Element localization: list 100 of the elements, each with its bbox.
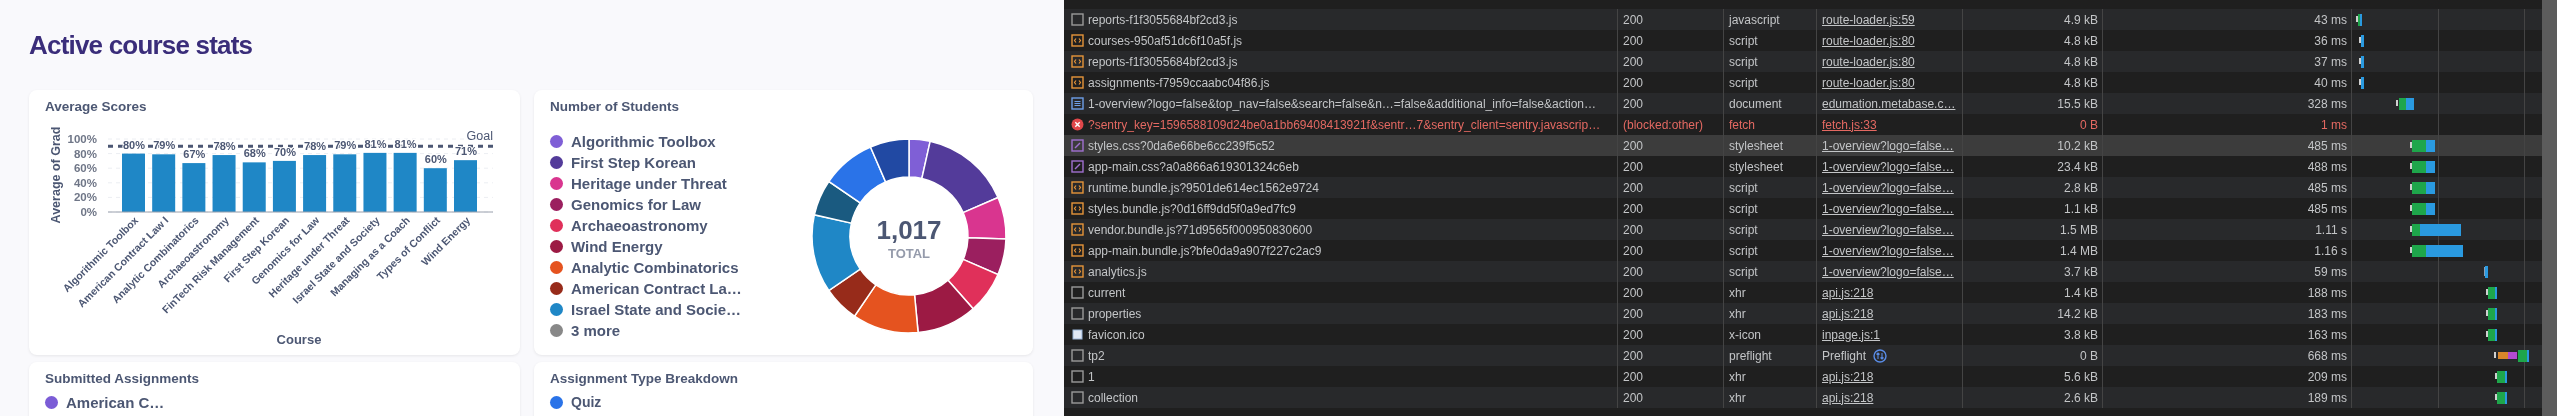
request-row[interactable]: vendor.bundle.js?71d9565f000950830600 200 script 1-overview?logo=false… 1.5 MB 1.11 s bbox=[1064, 219, 2542, 240]
request-row[interactable]: analytics.js 200 script 1-overview?logo=false… 3.7 kB 59 ms bbox=[1064, 261, 2542, 282]
initiator-link[interactable]: api.js:218 bbox=[1822, 390, 1874, 405]
card-title: Average Scores bbox=[45, 98, 148, 116]
waterfall-bar bbox=[2410, 140, 2435, 152]
duration: 668 ms bbox=[2307, 348, 2347, 363]
duration: 1.11 s bbox=[2315, 222, 2347, 237]
donut-slice bbox=[962, 237, 1007, 276]
axis-tick-label: 100% bbox=[67, 133, 97, 145]
request-type: script bbox=[1729, 201, 1758, 216]
status-code: 200 bbox=[1623, 96, 1644, 111]
stylesheet-icon bbox=[1071, 139, 1084, 152]
duration: 488 ms bbox=[2307, 159, 2347, 174]
initiator-link[interactable]: 1-overview?logo=false… bbox=[1822, 201, 1954, 216]
transfer-size: 1.5 MB bbox=[2060, 222, 2098, 237]
request-row[interactable]: properties 200 xhr api.js:218 14.2 kB 183 ms bbox=[1064, 303, 2542, 324]
initiator-link[interactable]: route-loader.js:80 bbox=[1822, 33, 1915, 48]
initiator-link[interactable]: route-loader.js:80 bbox=[1822, 75, 1915, 90]
request-row[interactable]: reports-f1f3055684bf2cd3.js 200 script route-loader.js:80 4.8 kB 37 ms bbox=[1064, 51, 2542, 72]
value-label: 78% bbox=[304, 140, 327, 153]
request-type: javascript bbox=[1729, 12, 1780, 27]
bar bbox=[242, 162, 266, 212]
bar bbox=[272, 160, 296, 212]
waterfall-bar bbox=[2484, 266, 2488, 278]
duration: 188 ms bbox=[2307, 285, 2347, 300]
bar bbox=[454, 160, 477, 212]
initiator-link[interactable]: api.js:218 bbox=[1822, 306, 1874, 321]
card-title: Number of Students bbox=[550, 98, 680, 116]
initiator-link[interactable]: api.js:218 bbox=[1822, 369, 1874, 384]
initiator-link[interactable]: 1-overview?logo=false… bbox=[1822, 138, 1954, 153]
request-row[interactable]: collection 200 xhr api.js:218 2.6 kB 189 ms bbox=[1064, 387, 2542, 408]
request-name: vendor.bundle.js?71d9565f000950830600 bbox=[1088, 222, 1313, 237]
waterfall-bar bbox=[2495, 371, 2507, 383]
status-code: 200 bbox=[1623, 285, 1644, 300]
initiator-link[interactable]: 1-overview?logo=false… bbox=[1822, 159, 1954, 174]
request-type: xhr bbox=[1729, 306, 1746, 321]
axis-tick-label: 40% bbox=[73, 176, 97, 189]
initiator-link[interactable]: 1-overview?logo=false… bbox=[1822, 264, 1954, 279]
status-code: 200 bbox=[1623, 33, 1644, 48]
error-icon bbox=[1071, 118, 1084, 131]
request-row[interactable]: styles.css?0da6e66be6cc239f5c52 200 stylesheet 1-overview?logo=false… 10.2 kB 485 ms bbox=[1064, 135, 2542, 156]
script-file-icon bbox=[1071, 223, 1084, 236]
transfer-size: 3.8 kB bbox=[2063, 327, 2098, 342]
value-label: 67% bbox=[183, 148, 206, 161]
request-name: styles.css?0da6e66be6cc239f5c52 bbox=[1088, 138, 1275, 153]
request-type: stylesheet bbox=[1729, 159, 1784, 174]
legend-label: Algorithmic Toolbox bbox=[571, 133, 716, 150]
request-name: collection bbox=[1088, 390, 1139, 405]
request-row[interactable]: reports-f1f3055684bf2cd3.js 200 javascript route-loader.js:59 4.9 kB 43 ms bbox=[1064, 9, 2542, 30]
waterfall-bar bbox=[2486, 329, 2497, 341]
initiator-link[interactable]: api.js:218 bbox=[1822, 285, 1874, 300]
total-value: 1,017 bbox=[876, 215, 942, 245]
initiator-link[interactable]: route-loader.js:80 bbox=[1822, 54, 1915, 69]
request-type: xhr bbox=[1729, 285, 1746, 300]
goal-label: Goal bbox=[466, 129, 493, 144]
request-type: x-icon bbox=[1729, 327, 1761, 342]
transfer-size: 4.8 kB bbox=[2063, 54, 2098, 69]
request-row[interactable]: 1-overview?logo=false&top_nav=false&search=false&n…=false&additional_info=false&action… 200 document edumation.metabase.c… 15.5 kB 328 ms bbox=[1064, 93, 2542, 114]
duration: 59 ms bbox=[2314, 264, 2347, 279]
legend-label[interactable]: 3 more bbox=[571, 322, 621, 339]
request-row[interactable]: runtime.bundle.js?9501de614ec1562e9724 200 script 1-overview?logo=false… 2.8 kB 485 ms bbox=[1064, 177, 2542, 198]
initiator-link[interactable]: inpage.js:1 bbox=[1822, 327, 1881, 342]
request-row[interactable]: tp2 200 preflight Preflight 0 B 668 ms bbox=[1064, 345, 2542, 366]
transfer-size: 4.9 kB bbox=[2063, 12, 2098, 27]
duration: 37 ms bbox=[2314, 54, 2347, 69]
donut-slice bbox=[913, 279, 974, 334]
initiator-link[interactable]: route-loader.js:59 bbox=[1822, 12, 1915, 27]
initiator-link[interactable]: edumation.metabase.c… bbox=[1822, 96, 1956, 111]
legend-label: Genomics for Law bbox=[571, 196, 702, 213]
request-type: xhr bbox=[1729, 369, 1746, 384]
request-name: app-main.css?a0a866a619301324c6eb bbox=[1088, 159, 1299, 174]
file-icon bbox=[1071, 13, 1084, 26]
bar bbox=[303, 155, 327, 212]
legend-label: Heritage under Threat bbox=[571, 175, 727, 192]
waterfall-bar bbox=[2410, 161, 2435, 173]
transfer-size: 3.7 kB bbox=[2063, 264, 2098, 279]
legend-label: Archaeoastronomy bbox=[571, 217, 708, 234]
file-icon bbox=[1071, 349, 1084, 362]
request-name: runtime.bundle.js?9501de614ec1562e9724 bbox=[1088, 180, 1319, 195]
file-icon bbox=[1071, 286, 1084, 299]
initiator-link[interactable]: 1-overview?logo=false… bbox=[1822, 222, 1954, 237]
legend-label: Israel State and Socie… bbox=[571, 301, 742, 318]
legend-label: Quiz bbox=[571, 394, 602, 410]
value-label: 60% bbox=[424, 153, 447, 166]
status-code: 200 bbox=[1623, 243, 1644, 258]
legend-label: Analytic Combinatorics bbox=[571, 259, 739, 276]
initiator-link[interactable]: 1-overview?logo=false… bbox=[1822, 243, 1954, 258]
file-icon bbox=[1071, 370, 1084, 383]
value-label: 68% bbox=[243, 147, 266, 160]
waterfall-bar bbox=[2396, 98, 2414, 110]
request-type: script bbox=[1729, 33, 1758, 48]
status-code: 200 bbox=[1623, 138, 1644, 153]
request-name: reports-f1f3055684bf2cd3.js bbox=[1088, 54, 1238, 69]
initiator-link[interactable]: 1-overview?logo=false… bbox=[1822, 180, 1954, 195]
request-type: fetch bbox=[1729, 117, 1755, 132]
initiator-link[interactable]: fetch.js:33 bbox=[1822, 117, 1877, 132]
request-type: stylesheet bbox=[1729, 138, 1784, 153]
initiator-text: Preflight bbox=[1822, 348, 1867, 363]
duration: 36 ms bbox=[2314, 33, 2347, 48]
axis-tick-label: 20% bbox=[73, 191, 97, 204]
